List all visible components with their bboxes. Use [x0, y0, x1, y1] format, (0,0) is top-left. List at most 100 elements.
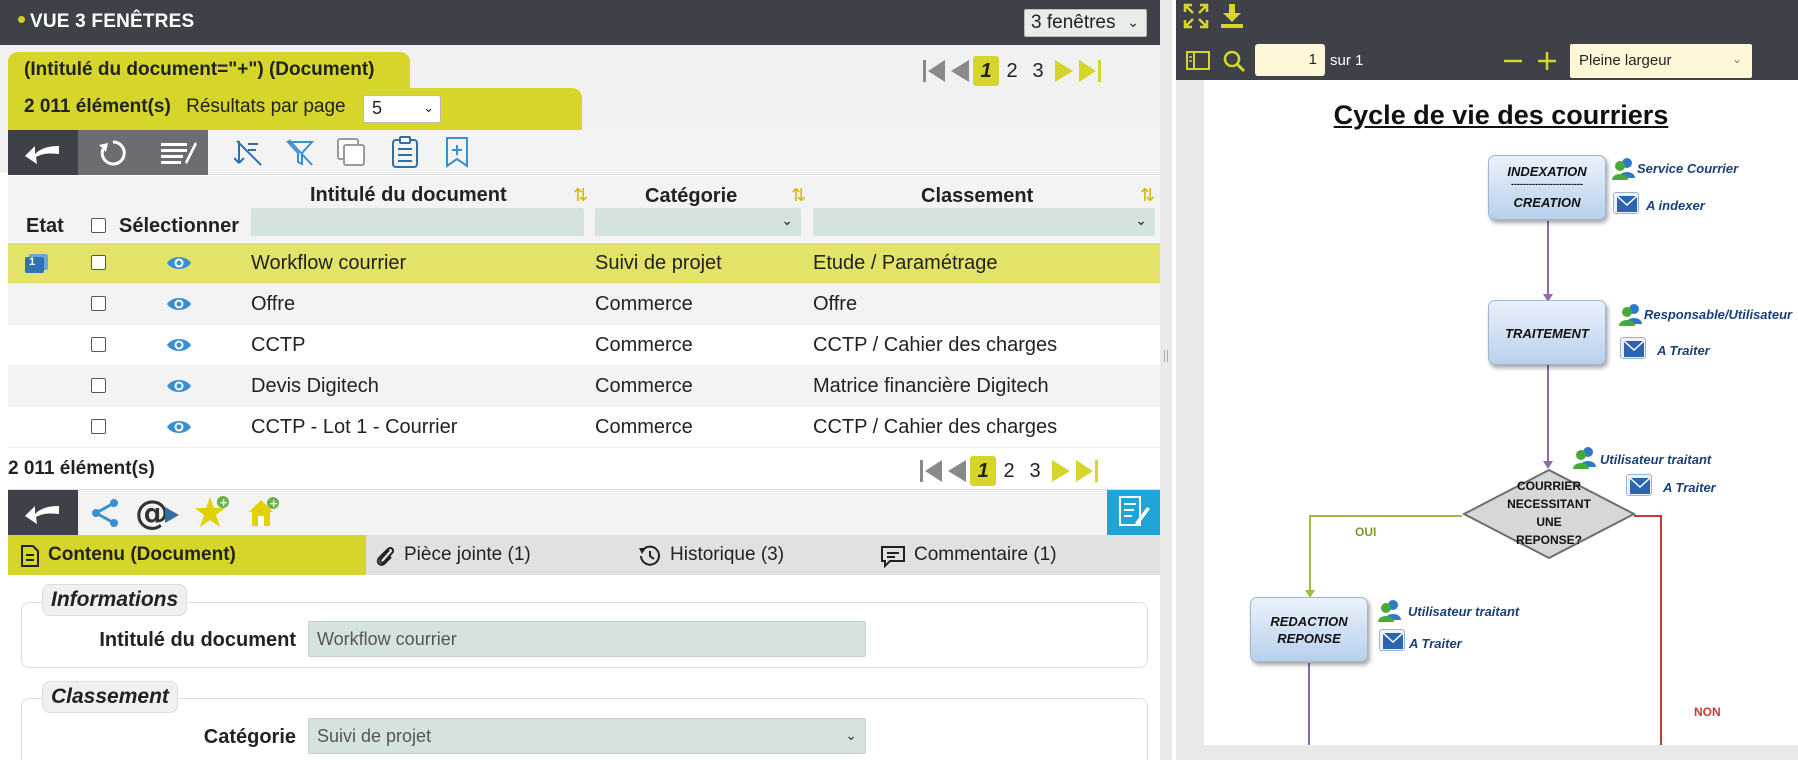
prev-page-icon[interactable] [944, 458, 970, 484]
page-2[interactable]: 2 [999, 60, 1025, 83]
col-category[interactable]: Catégorie [645, 185, 737, 208]
row-checkbox[interactable] [91, 296, 106, 311]
table-row[interactable]: 1 Workflow courrier Suivi de projet Etud… [8, 243, 1160, 284]
zoom-select[interactable]: Pleine largeur ⌄ [1570, 44, 1752, 78]
title-filter-input[interactable] [251, 208, 584, 236]
users-icon [1573, 447, 1596, 469]
table-row[interactable]: Devis Digitech Commerce Matrice financiè… [8, 366, 1160, 407]
page-1[interactable]: 1 [970, 456, 996, 486]
first-page-icon[interactable] [921, 58, 947, 84]
per-page-select[interactable]: 5 ⌄ [363, 95, 441, 123]
refresh-button[interactable] [78, 130, 148, 175]
prev-page-icon[interactable] [947, 58, 973, 84]
chevron-down-icon: ⌄ [845, 727, 857, 743]
unlink-filter-icon[interactable] [234, 138, 264, 168]
edit-document-icon [1119, 496, 1150, 526]
category-select[interactable]: Suivi de projet ⌄ [308, 718, 866, 754]
page-3[interactable]: 3 [1022, 460, 1048, 483]
next-page-icon[interactable] [1048, 458, 1074, 484]
clear-filter-icon[interactable] [285, 138, 315, 168]
sort-icon[interactable]: ⇅ [1140, 185, 1155, 206]
paperclip-icon [376, 546, 395, 566]
cell-category: Commerce [595, 416, 693, 438]
view-select[interactable]: 3 fenêtres ⌄ [1024, 9, 1147, 37]
eye-icon[interactable] [166, 336, 192, 354]
eye-icon[interactable] [166, 418, 192, 436]
step-label: INDEXATION [1507, 164, 1587, 179]
page-3[interactable]: 3 [1025, 60, 1051, 83]
download-icon[interactable] [1219, 3, 1245, 29]
search-tab-title[interactable]: (Intitulé du document="+") (Document) [8, 52, 410, 88]
title-field[interactable]: Workflow courrier [308, 621, 866, 657]
edit-document-button[interactable] [1107, 490, 1160, 535]
col-classement[interactable]: Classement [921, 185, 1033, 208]
tab-contenu[interactable]: Contenu (Document) [8, 535, 366, 575]
cell-classement: CCTP / Cahier des charges [813, 334, 1058, 356]
home-add-icon[interactable]: + [246, 494, 282, 530]
category-filter-select[interactable]: ⌄ [595, 208, 801, 236]
classement-filter-select[interactable]: ⌄ [813, 208, 1155, 236]
sort-icon[interactable]: ⇅ [573, 185, 588, 206]
classement-legend: Classement [42, 681, 178, 713]
users-icon [1612, 158, 1635, 180]
page-1[interactable]: 1 [973, 56, 999, 86]
eye-icon[interactable] [166, 295, 192, 313]
cell-classement: Etude / Paramétrage [813, 252, 998, 274]
clipboard-icon[interactable] [390, 136, 420, 168]
step-label: CREATION [1513, 195, 1581, 210]
table-row[interactable]: Offre Commerce Offre [8, 284, 1160, 325]
detail-back-button[interactable] [8, 490, 78, 535]
title-bullet [18, 16, 25, 23]
eye-icon[interactable] [166, 377, 192, 395]
add-bookmark-icon[interactable] [444, 136, 470, 168]
share-icon[interactable] [90, 498, 122, 528]
mail-icon [1613, 192, 1639, 214]
eye-icon[interactable] [166, 254, 192, 272]
sort-icon[interactable]: ⇅ [791, 185, 806, 206]
star-add-icon[interactable]: + [193, 494, 231, 530]
back-button[interactable] [8, 130, 78, 175]
splitter-grip[interactable] [1164, 350, 1168, 362]
col-title[interactable]: Intitulé du document [310, 184, 507, 207]
tab-label: Pièce jointe (1) [404, 544, 531, 565]
select-all-checkbox[interactable] [91, 218, 106, 233]
zoom-out-icon[interactable] [1502, 50, 1524, 72]
row-checkbox[interactable] [91, 255, 106, 270]
tab-historique[interactable]: Historique (3) [638, 535, 878, 575]
cell-classement: CCTP / Cahier des charges [813, 416, 1058, 438]
page-number-input[interactable]: 1 [1255, 44, 1325, 76]
back-arrow-icon [25, 146, 59, 164]
cell-category: Commerce [595, 334, 693, 356]
top-bar: VUE 3 FENÊTRES 3 fenêtres ⌄ [0, 0, 1160, 45]
pane-splitter[interactable] [1160, 0, 1172, 760]
cell-category: Commerce [595, 293, 693, 315]
first-page-icon[interactable] [918, 458, 944, 484]
tab-commentaire[interactable]: Commentaire (1) [880, 535, 1130, 575]
col-etat: Etat [26, 215, 64, 237]
send-email-icon[interactable]: @ [135, 495, 181, 531]
row-checkbox[interactable] [91, 378, 106, 393]
row-checkbox[interactable] [91, 419, 106, 434]
copy-icon[interactable] [335, 136, 367, 168]
tab-piece-jointe[interactable]: Pièce jointe (1) [374, 535, 634, 575]
table-row[interactable]: CCTP - Lot 1 - Courrier Commerce CCTP / … [8, 407, 1160, 448]
flow-step-indexation: INDEXATION ------------------------ CREA… [1488, 155, 1606, 220]
edit-list-button[interactable] [148, 130, 208, 175]
sidebar-toggle-icon[interactable] [1185, 50, 1211, 72]
last-page-icon[interactable] [1074, 458, 1100, 484]
search-icon[interactable] [1222, 49, 1246, 73]
expand-icon[interactable] [1183, 3, 1209, 29]
last-page-icon[interactable] [1077, 58, 1103, 84]
zoom-in-icon[interactable] [1536, 50, 1558, 72]
table-row[interactable]: CCTP Commerce CCTP / Cahier des charges [8, 325, 1160, 366]
result-count: 2 011 élément(s) [24, 96, 171, 117]
svg-text:@: @ [135, 495, 169, 531]
pdf-viewer: 1 sur 1 Pleine largeur ⌄ Cycle de vie de… [1176, 0, 1798, 760]
row-checkbox[interactable] [91, 337, 106, 352]
pager-top: 1 2 3 [921, 56, 1103, 86]
next-page-icon[interactable] [1051, 58, 1077, 84]
yes-label: OUI [1355, 525, 1377, 539]
tab-label: Contenu (Document) [48, 544, 236, 565]
page-2[interactable]: 2 [996, 460, 1022, 483]
comment-icon [881, 546, 905, 568]
